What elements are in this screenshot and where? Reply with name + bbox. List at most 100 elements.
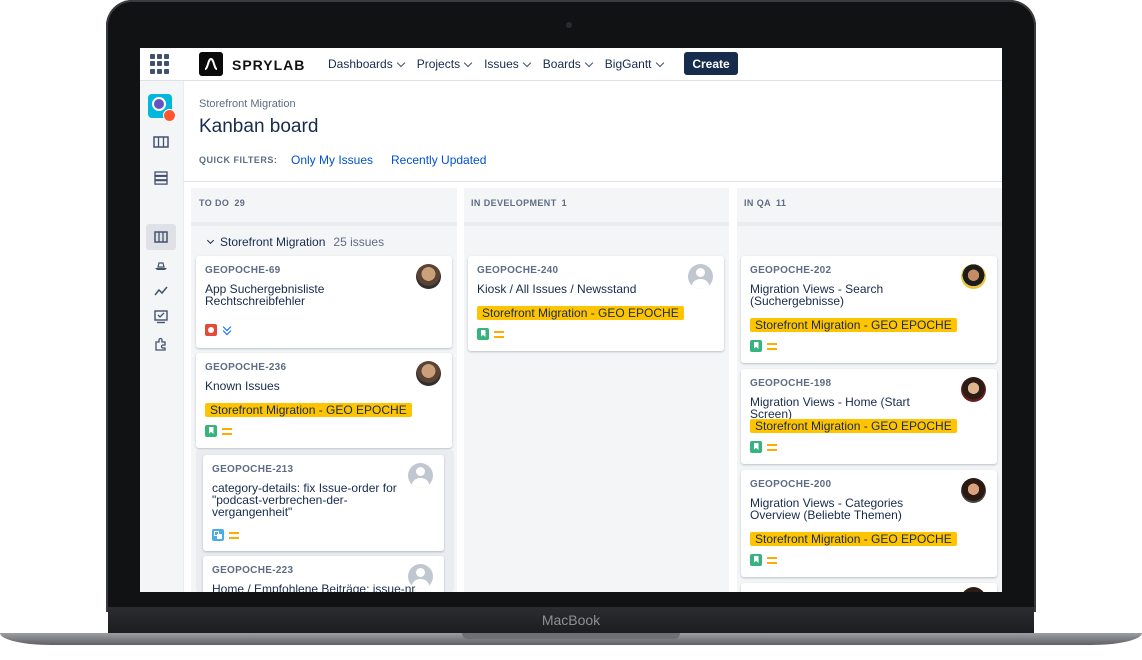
issues-icon[interactable] [152, 308, 170, 326]
issue-meta [750, 441, 777, 453]
page-title: Kanban board [199, 116, 319, 137]
issue-summary: Migration Views - Search (Suchergebnisse… [750, 282, 884, 308]
issue-summary: App Suchergebnisliste Rechtschreibfehler [205, 282, 325, 308]
sidebar-rail [140, 81, 184, 592]
epic-label[interactable]: Storefront Migration - GEO EPOCHE [205, 403, 412, 417]
story-icon [477, 328, 489, 340]
releases-icon[interactable] [152, 256, 170, 274]
column-strip [737, 222, 1002, 226]
issue-card[interactable]: GEOPOCHE-236 Known Issues Storefront Mig… [196, 353, 452, 448]
issue-card[interactable]: GEOPOCHE-198 Migration Views - Home (Sta… [741, 369, 997, 464]
assignee-avatar [961, 478, 986, 503]
issue-summary: Known Issues [205, 379, 280, 393]
menu-dashboards[interactable]: Dashboards [328, 57, 405, 71]
issue-key[interactable]: GEOPOCHE-213 [212, 464, 293, 475]
issue-key[interactable]: GEOPOCHE-223 [212, 565, 293, 576]
board-icon[interactable] [152, 133, 170, 151]
story-icon [750, 441, 762, 453]
issue-meta [477, 328, 504, 340]
subtask-icon [212, 529, 224, 541]
issue-summary: Migration Views - Categories Overview (B… [750, 496, 904, 522]
app-switcher-icon[interactable] [150, 54, 170, 74]
epic-label[interactable]: Storefront Migration - GEO EPOCHE [750, 532, 957, 546]
issue-key[interactable]: GEOPOCHE-240 [477, 265, 558, 276]
issue-card[interactable]: GEOPOCHE-240 Kiosk / All Issues / Newsst… [468, 256, 724, 351]
priority-medium-icon [767, 443, 777, 451]
subtask-card[interactable]: GEOPOCHE-223 Home / Empfohlene Beiträge:… [203, 556, 444, 592]
column-header-todo: TO DO 29 [199, 198, 246, 208]
quick-filters-label: QUICK FILTERS: [199, 155, 278, 165]
divider [183, 181, 1002, 182]
issue-summary: Kiosk / All Issues / Newsstand [477, 282, 637, 296]
assignee-avatar [961, 264, 986, 289]
issue-key[interactable]: GEOPOCHE-236 [205, 362, 286, 373]
project-avatar-icon[interactable] [148, 94, 176, 122]
unassigned-avatar-icon [688, 264, 713, 289]
chevron-down-icon [206, 236, 215, 245]
story-icon [750, 554, 762, 566]
menu-biggantt[interactable]: BigGantt [605, 57, 664, 71]
priority-low-icon [222, 325, 232, 335]
active-board-icon[interactable] [152, 228, 170, 246]
issue-card[interactable]: GEOPOCHE-200 Migration Views - Categorie… [741, 470, 997, 577]
issue-summary: Migration Views - Home (Start Screen) [750, 395, 910, 421]
chevron-down-icon [522, 58, 532, 67]
issue-summary: Home / Empfohlene Beiträge: issue-nr [212, 582, 416, 592]
assignee-avatar [961, 377, 986, 402]
chevron-down-icon [655, 58, 664, 67]
add-ons-icon[interactable] [152, 335, 170, 353]
logo-text[interactable]: SPRYLAB [232, 57, 305, 73]
screen: SPRYLAB Dashboards Projects Issues Board… [140, 48, 1002, 592]
quick-filter-recently-updated[interactable]: Recently Updated [391, 153, 486, 167]
issue-summary: category-details: fix Issue-order for "p… [212, 481, 397, 519]
issue-key[interactable]: GEOPOCHE-69 [205, 265, 281, 276]
assignee-avatar [961, 587, 986, 592]
issue-key[interactable]: GEOPOCHE-200 [750, 479, 831, 490]
assignee-avatar [416, 361, 441, 386]
issue-card[interactable]: GEOPOCHE-202 Migration Views - Search (S… [741, 256, 997, 363]
menu-issues[interactable]: Issues [484, 57, 532, 71]
backlog-icon[interactable] [152, 169, 170, 187]
issue-key[interactable]: GEOPOCHE-202 [750, 265, 831, 276]
issue-meta [750, 554, 777, 566]
chevron-down-icon [584, 58, 594, 67]
column-in-development [464, 188, 729, 592]
priority-medium-icon [229, 531, 239, 539]
chevron-down-icon [463, 58, 473, 67]
column-strip [191, 222, 457, 226]
column-strip [464, 222, 729, 226]
top-nav: SPRYLAB Dashboards Projects Issues Board… [140, 48, 1002, 81]
create-button[interactable]: Create [684, 52, 738, 75]
column-header-in-qa: IN QA 11 [744, 198, 787, 208]
issue-meta [205, 425, 232, 437]
epic-label[interactable]: Storefront Migration - GEO EPOCHE [750, 318, 957, 332]
menu-boards[interactable]: Boards [543, 57, 594, 71]
issue-meta [205, 324, 232, 336]
bug-icon [205, 324, 217, 336]
epic-label[interactable]: Storefront Migration - GEO EPOCHE [477, 306, 684, 320]
issue-card[interactable]: GEOPOCHE-69 App Suchergebnisliste Rechts… [196, 256, 452, 348]
logo-icon[interactable] [199, 52, 223, 76]
quick-filter-only-my-issues[interactable]: Only My Issues [291, 153, 373, 167]
subtask-card[interactable]: GEOPOCHE-213 category-details: fix Issue… [203, 455, 444, 551]
priority-medium-icon [222, 427, 232, 435]
reports-icon[interactable] [152, 282, 170, 300]
camera-icon [566, 22, 572, 28]
priority-medium-icon [767, 556, 777, 564]
story-icon [205, 425, 217, 437]
device-brand: MacBook [541, 612, 601, 628]
priority-medium-icon [767, 342, 777, 350]
story-icon [750, 340, 762, 352]
swimlane-header[interactable]: Storefront Migration 25 issues [206, 235, 384, 249]
epic-label[interactable]: Storefront Migration - GEO EPOCHE [750, 419, 957, 433]
menu-projects[interactable]: Projects [417, 57, 473, 71]
priority-medium-icon [494, 330, 504, 338]
issue-card[interactable] [741, 583, 997, 592]
issue-key[interactable]: GEOPOCHE-198 [750, 378, 831, 389]
main-menu: Dashboards Projects Issues Boards BigGan… [328, 57, 664, 71]
breadcrumb[interactable]: Storefront Migration [199, 98, 296, 110]
assignee-avatar [416, 264, 441, 289]
issue-meta [750, 340, 777, 352]
column-header-in-development: IN DEVELOPMENT 1 [471, 198, 568, 208]
chevron-down-icon [396, 58, 405, 67]
